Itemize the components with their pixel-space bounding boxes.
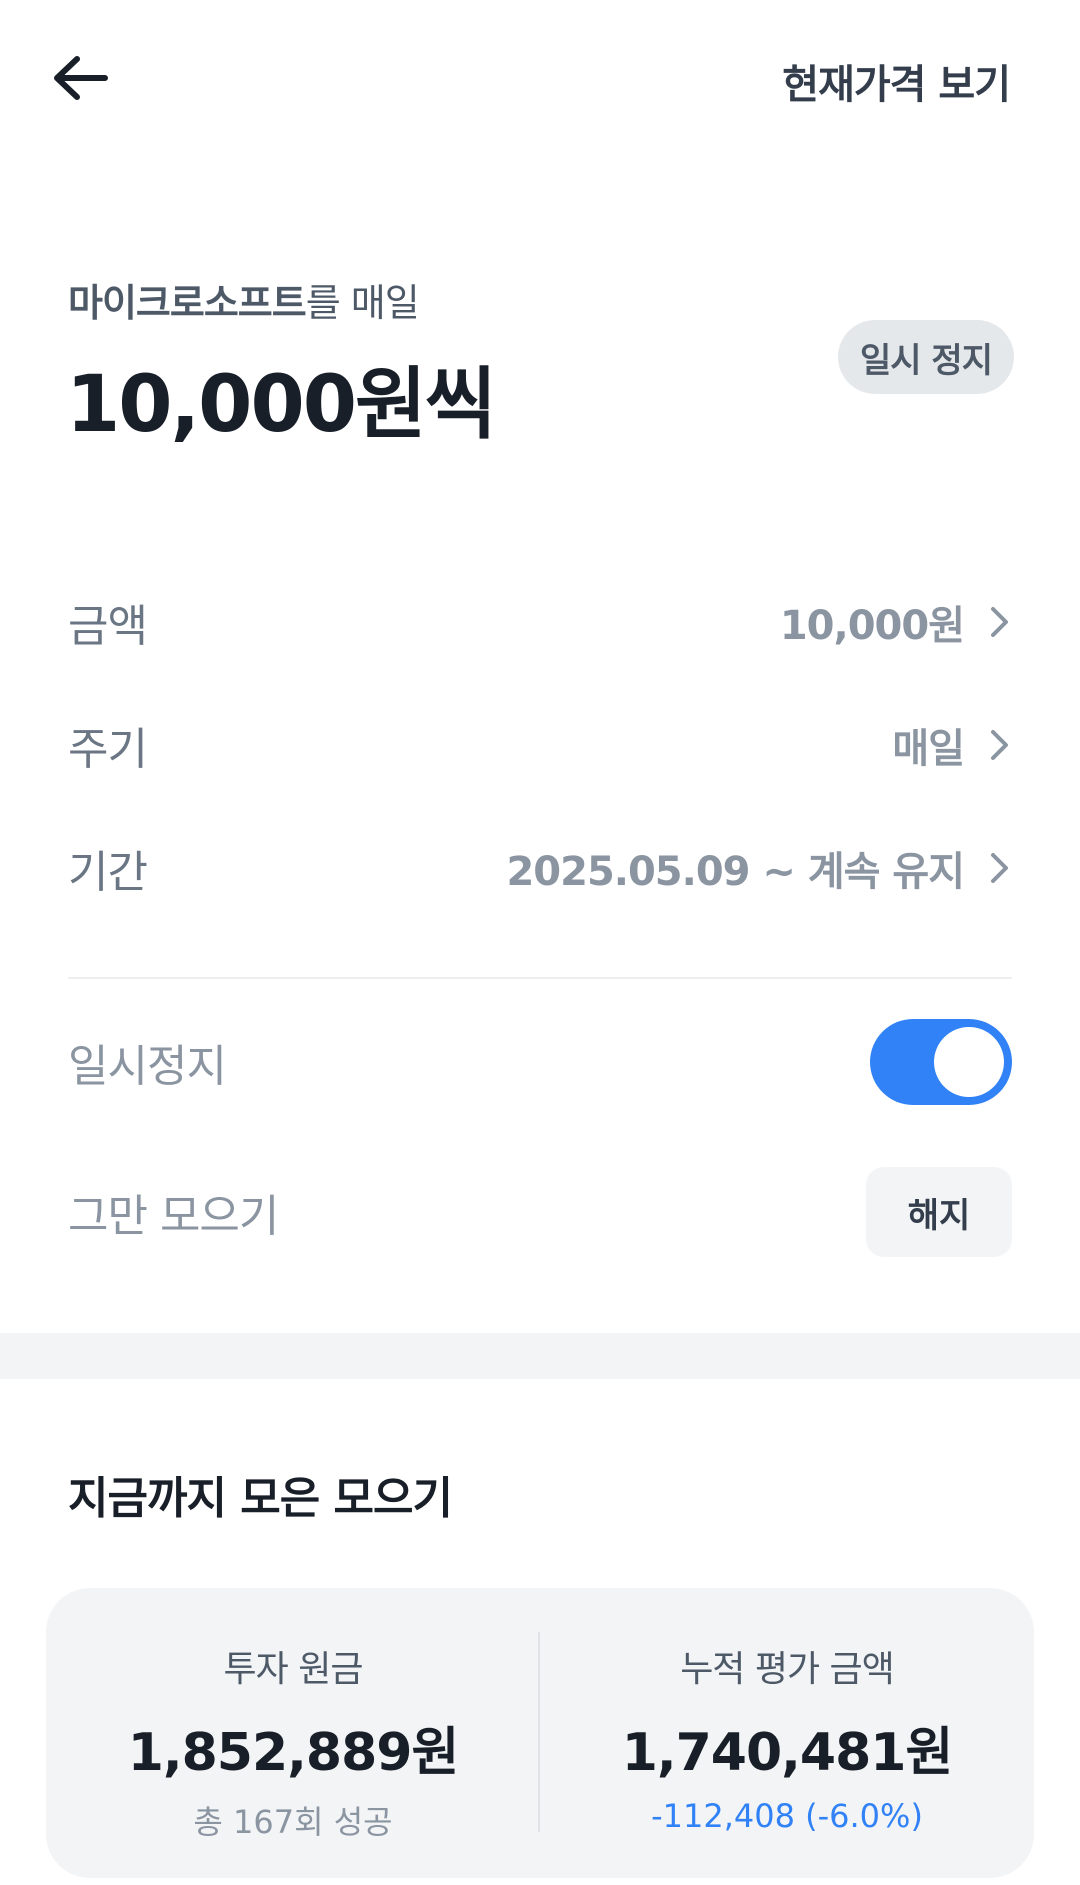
valuation-change: -112,408 (-6.0%) (651, 1797, 923, 1835)
period-setting[interactable]: 2025.05.09 ~ 계속 유지 (506, 839, 1012, 897)
amount-value: 10,000원 (779, 603, 965, 649)
section-separator (0, 1333, 1080, 1379)
principal-label: 투자 원금 (223, 1649, 364, 1690)
chevron-right-icon (988, 605, 1012, 639)
back-button[interactable] (48, 48, 112, 112)
arrow-left-icon (51, 53, 109, 107)
pause-label: 일시정지 (68, 1041, 227, 1092)
toggle-knob (934, 1027, 1004, 1097)
principal-value: 1,852,889원 (127, 1723, 460, 1783)
pause-row: 일시정지 (68, 1019, 1012, 1105)
valuation-column: 누적 평가 금액 1,740,481원 -112,408 (-6.0%) (540, 1588, 1034, 1878)
chevron-right-icon (988, 851, 1012, 885)
stop-label: 그만 모으기 (68, 1191, 279, 1242)
plan-amount-title: 10,000원씩 (66, 360, 497, 450)
plan-frequency-text: 를 매일 (305, 281, 420, 325)
plan-subtitle: 마이크로소프트를 매일 (68, 272, 420, 327)
chevron-right-icon (988, 728, 1012, 762)
cycle-label: 주기 (68, 724, 148, 775)
stop-row: 그만 모으기 해지 (68, 1167, 1012, 1257)
amount-row[interactable]: 금액 10,000원 (68, 587, 1012, 657)
period-value: 2025.05.09 ~ 계속 유지 (506, 849, 965, 895)
stock-name: 마이크로소프트 (68, 281, 307, 325)
pause-toggle[interactable] (870, 1019, 1012, 1105)
summary-card: 투자 원금 1,852,889원 총 167회 성공 누적 평가 금액 1,74… (46, 1588, 1034, 1878)
valuation-value: 1,740,481원 (621, 1723, 954, 1783)
amount-label: 금액 (68, 601, 148, 652)
cycle-value: 매일 (892, 726, 965, 772)
principal-column: 투자 원금 1,852,889원 총 167회 성공 (46, 1588, 540, 1878)
top-bar: 현재가격 보기 (0, 0, 1080, 150)
current-price-link[interactable]: 현재가격 보기 (782, 52, 1011, 110)
pause-status-badge: 일시 정지 (838, 320, 1014, 394)
period-label: 기간 (68, 847, 148, 898)
auto-invest-detail-screen: 현재가격 보기 마이크로소프트를 매일 10,000원씩 일시 정지 금액 10… (0, 0, 1080, 1885)
summary-title: 지금까지 모은 모으기 (68, 1473, 453, 1524)
cycle-row[interactable]: 주기 매일 (68, 710, 1012, 780)
section-divider (68, 977, 1012, 979)
valuation-label: 누적 평가 금액 (680, 1649, 895, 1690)
cancel-subscription-button[interactable]: 해지 (866, 1167, 1012, 1257)
success-count: 총 167회 성공 (193, 1803, 393, 1841)
period-row[interactable]: 기간 2025.05.09 ~ 계속 유지 (68, 833, 1012, 903)
amount-setting[interactable]: 10,000원 (780, 593, 1012, 651)
cycle-setting[interactable]: 매일 (892, 716, 1012, 774)
